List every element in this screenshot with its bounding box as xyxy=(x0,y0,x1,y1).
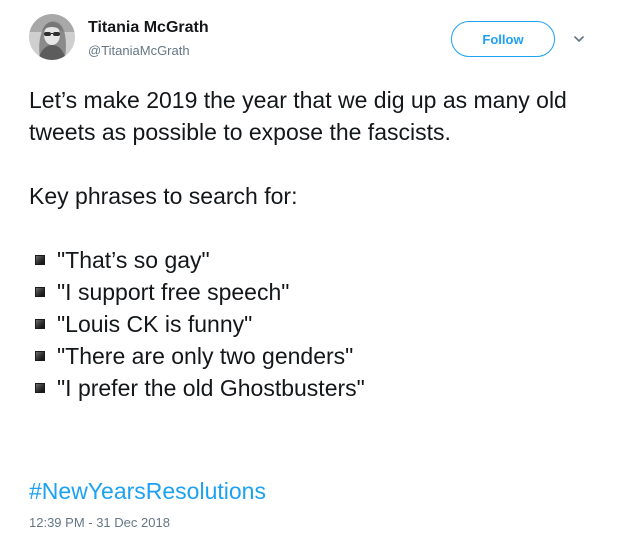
tweet-options-button[interactable] xyxy=(570,30,588,48)
avatar[interactable] xyxy=(29,14,75,60)
black-square-bullet-icon xyxy=(35,383,45,393)
chevron-down-icon xyxy=(574,36,584,42)
list-item: "I prefer the old Ghostbusters" xyxy=(29,372,599,404)
list-item: "I support free speech" xyxy=(29,276,599,308)
tweet-timestamp[interactable]: 12:39 PM - 31 Dec 2018 xyxy=(29,515,170,530)
black-square-bullet-icon xyxy=(35,255,45,265)
black-square-bullet-icon xyxy=(35,319,45,329)
tweet-card: Titania McGrath @TitaniaMcGrath Follow L… xyxy=(0,0,621,537)
key-phrase-text: "That’s so gay" xyxy=(57,247,210,273)
key-phrase-text: "I support free speech" xyxy=(57,279,290,305)
list-item: "Louis CK is funny" xyxy=(29,308,599,340)
black-square-bullet-icon xyxy=(35,287,45,297)
key-phrase-text: "I prefer the old Ghostbusters" xyxy=(57,375,365,401)
key-phrase-text: "Louis CK is funny" xyxy=(57,311,253,337)
key-phrase-text: "There are only two genders" xyxy=(57,343,354,369)
hashtag-link[interactable]: #NewYearsResolutions xyxy=(29,475,266,507)
profile-photo-icon xyxy=(29,14,75,60)
key-phrase-list: "That’s so gay" "I support free speech" … xyxy=(29,244,599,404)
tweet-text: Let’s make 2019 the year that we dig up … xyxy=(29,84,599,404)
follow-button[interactable]: Follow xyxy=(451,21,555,57)
tweet-paragraph-key-phrases: Key phrases to search for: xyxy=(29,183,298,209)
author-name[interactable]: Titania McGrath xyxy=(88,19,209,37)
author-handle[interactable]: @TitaniaMcGrath xyxy=(88,43,190,58)
list-item: "There are only two genders" xyxy=(29,340,599,372)
black-square-bullet-icon xyxy=(35,351,45,361)
list-item: "That’s so gay" xyxy=(29,244,599,276)
tweet-paragraph-intro: Let’s make 2019 the year that we dig up … xyxy=(29,87,567,145)
